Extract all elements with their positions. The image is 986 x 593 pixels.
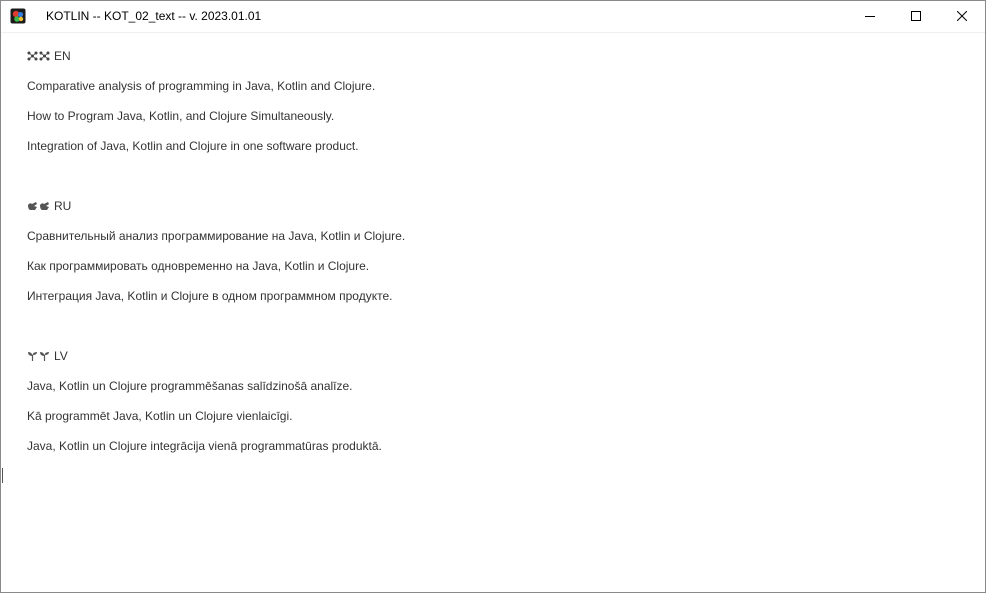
hand-icon: [27, 201, 50, 211]
close-button[interactable]: [939, 1, 985, 31]
window-title: KOTLIN -- KOT_02_text -- v. 2023.01.01: [46, 9, 262, 23]
minimize-button[interactable]: [847, 1, 893, 31]
text-line: Как программировать одновременно на Java…: [27, 259, 370, 273]
molecule-icon: [27, 51, 50, 61]
app-icon[interactable]: [10, 8, 26, 24]
application-window: KOTLIN -- KOT_02_text -- v. 2023.01.01 E…: [0, 0, 986, 593]
section-code: RU: [54, 199, 72, 213]
section-header-lv: LV: [27, 349, 68, 363]
text-line: Интеграция Java, Kotlin и Clojure в одно…: [27, 289, 393, 303]
text-line: Kā programmēt Java, Kotlin un Clojure vi…: [27, 409, 293, 423]
section-code: LV: [54, 349, 68, 363]
text-line: Comparative analysis of programming in J…: [27, 79, 376, 93]
maximize-button[interactable]: [893, 1, 939, 31]
section-header-en: EN: [27, 49, 71, 63]
title-bar[interactable]: KOTLIN -- KOT_02_text -- v. 2023.01.01: [1, 1, 985, 32]
minimize-icon: [865, 16, 875, 17]
edge-marker: [2, 468, 3, 483]
section-header-ru: RU: [27, 199, 71, 213]
text-line: How to Program Java, Kotlin, and Clojure…: [27, 109, 335, 123]
sprout-icon: [27, 351, 50, 361]
text-line: Java, Kotlin un Clojure integrācija vien…: [27, 439, 382, 453]
text-line: Integration of Java, Kotlin and Clojure …: [27, 139, 359, 153]
close-icon: [957, 11, 967, 21]
text-line: Java, Kotlin un Clojure programmēšanas s…: [27, 379, 353, 393]
section-code: EN: [54, 49, 71, 63]
maximize-icon: [911, 11, 921, 21]
text-line: Сравнительный анализ программирование на…: [27, 229, 406, 243]
